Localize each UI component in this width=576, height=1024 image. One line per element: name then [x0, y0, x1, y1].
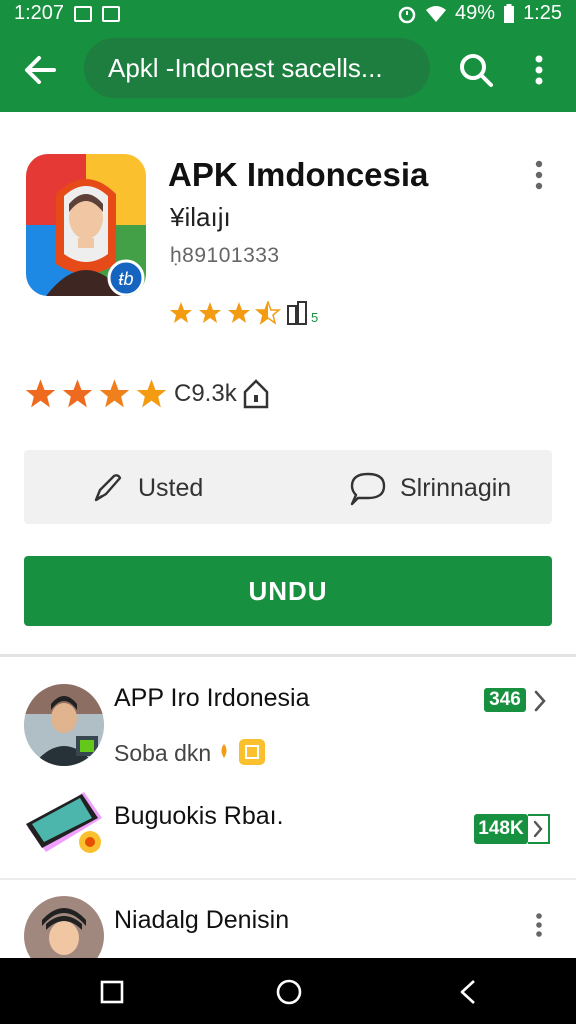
search-field[interactable]: Apkl -Indonest sacells...	[84, 38, 430, 98]
chevron-right-icon	[533, 820, 543, 838]
review-count: C9.3k	[174, 380, 237, 407]
list-item-title: APP Iro Irdonesia	[114, 684, 310, 712]
svg-text:ŧb: ŧb	[118, 269, 133, 289]
back-arrow-icon[interactable]	[20, 50, 60, 90]
chat-bubble-icon	[350, 472, 386, 506]
search-query-text: Apkl -Indonest sacells...	[108, 53, 383, 83]
star-icon	[228, 302, 250, 323]
app-title: APK Imdoncesia	[168, 156, 429, 193]
more-vert-icon[interactable]	[524, 50, 554, 90]
list-item[interactable]: APP Iro Irdonesia Soba dkn 346	[0, 684, 576, 772]
rating-large: C9.3k	[24, 378, 271, 410]
star-icon	[25, 379, 56, 408]
avatar	[24, 896, 104, 958]
avatar	[24, 684, 104, 766]
activity-notification-icon	[102, 5, 121, 22]
list-item-title: Buguokis Rbaı.	[114, 802, 284, 830]
star-icon	[62, 379, 93, 408]
usted-action[interactable]: Usted	[90, 470, 203, 506]
list-item-badge: 148K	[474, 814, 528, 844]
alarm-icon	[398, 6, 416, 23]
list-more-icon[interactable]	[534, 912, 544, 938]
wifi-icon	[426, 5, 447, 22]
svg-text:5: 5	[311, 310, 318, 325]
system-navigation-bar	[0, 958, 576, 1024]
action-bar: Usted Slrinnagin	[24, 450, 552, 524]
search-icon[interactable]	[456, 50, 496, 90]
phone-thumbnail	[24, 788, 104, 854]
usted-label: Usted	[138, 473, 204, 502]
chevron-right-icon[interactable]	[532, 688, 548, 714]
list-item-title: Niadalg Denisin	[114, 906, 290, 934]
list-item-subtitle: Soba dkn	[114, 740, 212, 766]
status-bar: 1:207 49% 1:25	[0, 0, 576, 28]
rating-small: 5	[168, 300, 320, 326]
divider	[0, 878, 576, 880]
star-half-icon	[255, 301, 281, 325]
app-bar: Apkl -Indonest sacells...	[0, 28, 576, 112]
share-label: Slrinnagin	[400, 473, 512, 502]
status-time-left: 1:207	[14, 2, 65, 24]
back-triangle-icon[interactable]	[456, 978, 480, 1006]
fire-icon	[221, 744, 227, 758]
download-count-icon: 5	[287, 301, 318, 325]
folder-icon	[239, 739, 265, 765]
star-icon	[99, 379, 130, 408]
star-icon	[170, 302, 192, 323]
star-icon	[199, 302, 221, 323]
pen-icon	[94, 474, 122, 502]
status-time-right: 1:25	[523, 2, 562, 24]
battery-icon	[504, 3, 515, 23]
chevron-right-button[interactable]	[528, 814, 550, 844]
list-item[interactable]: Niadalg Denisin	[0, 896, 576, 958]
share-action[interactable]: Slrinnagin	[348, 470, 511, 506]
battery-percent: 49%	[455, 2, 496, 24]
app-developer: ¥ilaıjı	[170, 202, 231, 232]
list-item-badge: 346	[484, 688, 526, 712]
home-outline-icon	[243, 379, 268, 409]
image-notification-icon	[74, 5, 93, 22]
home-circle-icon[interactable]	[275, 978, 303, 1006]
install-button[interactable]: UNDU	[24, 556, 552, 626]
app-id-code: ḥ89101333	[170, 244, 280, 267]
app-more-icon[interactable]	[534, 160, 544, 190]
app-icon[interactable]: ŧb	[26, 154, 146, 296]
star-icon	[136, 379, 167, 408]
recents-square-icon[interactable]	[100, 980, 124, 1004]
list-item[interactable]: Buguokis Rbaı. 148K	[0, 788, 576, 858]
